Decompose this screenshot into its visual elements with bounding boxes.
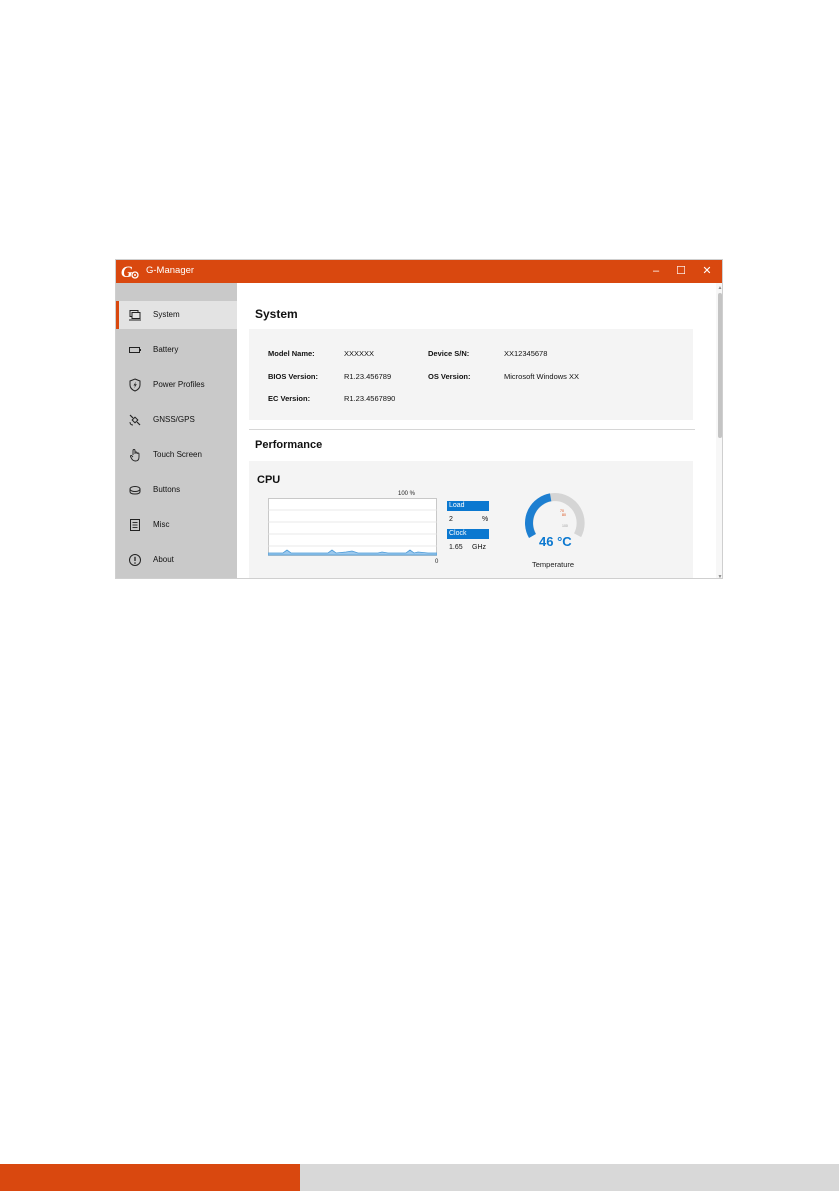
load-unit: % (482, 516, 489, 523)
sidebar-item-gnss-gps[interactable]: GNSS/GPS (116, 406, 237, 434)
maximize-button[interactable]: ☐ (670, 262, 692, 280)
sidebar-item-battery[interactable]: Battery (116, 336, 237, 364)
sidebar-item-label: Misc (153, 520, 170, 529)
sidebar-item-label: Battery (153, 345, 179, 354)
gauge-tick-100: 100 (562, 524, 568, 528)
cpu-load-graph (268, 498, 437, 556)
title-bar[interactable]: G G-Manager – ☐ ✕ (116, 260, 722, 283)
sidebar-item-label: GNSS/GPS (153, 415, 195, 424)
satellite-icon (129, 414, 141, 426)
sidebar-item-label: Buttons (153, 485, 181, 494)
close-button[interactable]: ✕ (696, 262, 718, 280)
cpu-title: CPU (257, 474, 281, 486)
model-name-label: Model Name: (268, 349, 315, 358)
clock-header: Clock (447, 529, 489, 539)
sidebar-item-system[interactable]: System (116, 301, 237, 329)
sidebar-item-label: About (153, 555, 174, 564)
footer-gray-bar (300, 1164, 839, 1191)
bios-version-label: BIOS Version: (268, 372, 319, 381)
laptop-icon (129, 310, 141, 321)
sidebar-item-label: Power Profiles (153, 380, 205, 389)
load-header: Load (447, 501, 489, 511)
system-section-title: System (255, 307, 298, 321)
battery-icon (129, 347, 141, 353)
g-manager-window: G G-Manager – ☐ ✕ System Battery Power P… (115, 259, 723, 579)
sidebar-item-touch-screen[interactable]: Touch Screen (116, 441, 237, 469)
power-shield-icon (129, 378, 141, 392)
sidebar-item-misc[interactable]: Misc (116, 511, 237, 539)
sidebar-item-power-profiles[interactable]: Power Profiles (116, 371, 237, 399)
clock-value: 1.65 (449, 544, 463, 551)
main-content: System Model Name: XXXXXX Device S/N: XX… (237, 283, 716, 578)
svg-text:G: G (121, 264, 133, 281)
hand-touch-icon (130, 449, 140, 462)
info-icon (129, 554, 141, 566)
scroll-thumb[interactable] (718, 293, 722, 438)
bios-version-value: R1.23.456789 (344, 372, 392, 381)
scroll-down-arrow-icon[interactable]: ▼ (716, 574, 722, 578)
gauge-tick-80: 80 (562, 513, 566, 517)
ec-version-label: EC Version: (268, 394, 311, 403)
temperature-label: Temperature (532, 560, 575, 569)
model-name-value: XXXXXX (344, 349, 375, 358)
sidebar-item-label: System (153, 310, 180, 319)
window-title: G-Manager (146, 265, 195, 276)
performance-section-title: Performance (255, 439, 323, 451)
buttons-icon (129, 486, 141, 495)
minimize-button[interactable]: – (645, 262, 667, 280)
device-sn-label: Device S/N: (428, 349, 470, 358)
load-value: 2 (449, 516, 453, 523)
sidebar-item-label: Touch Screen (153, 450, 202, 459)
app-logo-icon: G (121, 264, 139, 281)
temperature-value: 46 °C (539, 534, 572, 549)
clock-unit: GHz (472, 544, 486, 551)
sidebar-item-buttons[interactable]: Buttons (116, 476, 237, 504)
list-icon (130, 519, 140, 531)
cpu-chart-max-label: 100 % (398, 491, 416, 497)
cpu-chart-min-label: 0 (435, 559, 439, 565)
os-version-value: Microsoft Windows XX (504, 372, 580, 381)
os-version-label: OS Version: (428, 372, 471, 381)
sidebar-item-about[interactable]: About (116, 546, 237, 574)
scroll-up-arrow-icon[interactable]: ▲ (716, 285, 722, 291)
section-divider (249, 429, 695, 430)
device-sn-value: XX12345678 (504, 349, 548, 358)
vertical-scrollbar[interactable]: ▲ ▼ (716, 283, 722, 578)
sidebar: System Battery Power Profiles GNSS/GPS T… (116, 283, 237, 578)
footer-accent-bar (0, 1164, 300, 1191)
ec-version-value: R1.23.4567890 (344, 394, 396, 403)
